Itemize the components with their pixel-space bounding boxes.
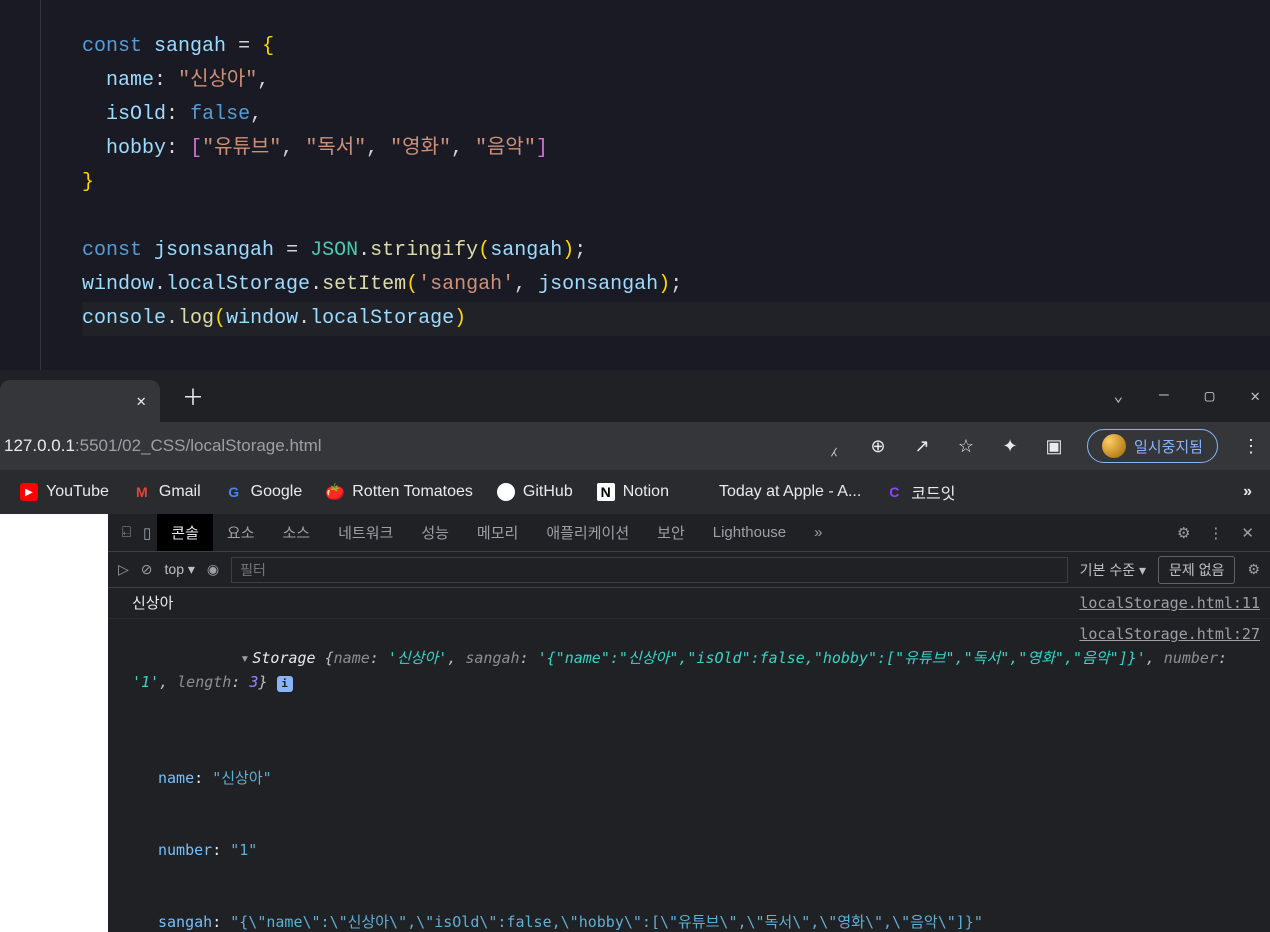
address-bar-icons: ⁁ ⊕ ↗ ☆ ✦ ▣ 일시중지됨 ⋮ <box>823 429 1262 463</box>
bookmark-item[interactable]: G Google <box>225 483 303 501</box>
kebab-menu-icon[interactable]: ⋮ <box>1240 436 1262 457</box>
gh-icon <box>497 483 515 501</box>
bookmark-label: Google <box>251 483 303 501</box>
object-type: Storage <box>252 649 315 667</box>
clear-icon[interactable]: ⊘ <box>141 561 153 578</box>
devtools-tab[interactable]: 보안 <box>643 514 699 551</box>
devtools-tab[interactable]: Lighthouse <box>699 514 800 551</box>
chevron-down-icon[interactable]: ⌄ <box>1113 386 1123 406</box>
page-content <box>0 514 108 932</box>
devtools-tab[interactable]: 콘솔 <box>157 514 213 551</box>
live-expression-icon[interactable]: ◉ <box>207 561 219 578</box>
devtools-tab[interactable]: 애플리케이션 <box>532 514 643 551</box>
yt-icon: ▶ <box>20 483 38 501</box>
console-filter-input[interactable] <box>231 557 1068 583</box>
url-path: :5501/02_CSS/localStorage.html <box>75 436 322 455</box>
devtools-close-icon[interactable]: ✕ <box>1241 524 1254 542</box>
close-window-icon[interactable]: ✕ <box>1250 386 1260 406</box>
close-icon[interactable]: ✕ <box>136 391 146 411</box>
bookmark-label: YouTube <box>46 483 109 501</box>
devtools-tab[interactable]: 소스 <box>269 514 325 551</box>
log-level-selector[interactable]: 기본 수준 ▾ <box>1080 560 1146 580</box>
minimize-icon[interactable]: — <box>1159 386 1169 406</box>
expand-icon[interactable]: ▾ <box>240 646 252 670</box>
browser-tab[interactable]: ✕ <box>0 380 160 422</box>
console-output: 신상아 localStorage.html:11 localStorage.ht… <box>108 588 1270 932</box>
bookmark-item[interactable]: 🍅 Rotten Tomatoes <box>326 483 473 501</box>
bookmark-item[interactable]: C 코드잇 <box>885 480 955 504</box>
devtools-tab[interactable]: 네트워크 <box>324 514 407 551</box>
source-link[interactable]: localStorage.html:11 <box>1059 591 1260 615</box>
address-bar: 127.0.0.1:5501/02_CSS/localStorage.html … <box>0 422 1270 470</box>
info-badge-icon[interactable]: i <box>277 676 293 692</box>
new-tab-button[interactable]: ＋ <box>182 380 204 412</box>
sync-paused-badge[interactable]: 일시중지됨 <box>1087 429 1218 463</box>
ci-icon: C <box>885 483 903 501</box>
zoom-icon[interactable]: ⊕ <box>867 436 889 457</box>
console-message: 신상아 localStorage.html:11 <box>108 588 1270 619</box>
devtools-tab[interactable]: 성능 <box>407 514 463 551</box>
source-link[interactable]: localStorage.html:27 <box>1059 622 1260 646</box>
no-icon: N <box>597 483 615 501</box>
gg-icon: G <box>225 483 243 501</box>
rt-icon: 🍅 <box>326 483 344 501</box>
issues-button[interactable]: 문제 없음 <box>1158 556 1235 584</box>
bookmark-item[interactable]: N Notion <box>597 483 669 501</box>
maximize-icon[interactable]: ▢ <box>1205 386 1215 406</box>
devtools: ⍇ ▯ 콘솔요소소스네트워크성능메모리애플리케이션보안Lighthouse » … <box>0 514 1270 932</box>
bookmarks-bar: ▶ YouTube M Gmail G Google 🍅 Rotten Tomatoes Git… <box>0 470 1270 514</box>
url-display[interactable]: 127.0.0.1:5501/02_CSS/localStorage.html <box>0 436 322 456</box>
browser-tab-strip: ✕ ＋ ⌄ — ▢ ✕ <box>0 370 1270 422</box>
bookmarks-overflow-icon[interactable]: » <box>1243 483 1250 501</box>
sidepanel-icon[interactable]: ▣ <box>1043 436 1065 457</box>
console-settings-icon[interactable]: ⚙ <box>1247 561 1260 578</box>
gear-icon[interactable]: ⚙ <box>1177 524 1190 542</box>
share-icon[interactable]: ↗ <box>911 436 933 457</box>
bookmark-item[interactable]: M Gmail <box>133 483 201 501</box>
device-icon[interactable]: ▯ <box>137 514 157 551</box>
devtools-more-tabs[interactable]: » <box>800 514 836 551</box>
devtools-tab[interactable]: 요소 <box>213 514 269 551</box>
bookmark-item[interactable]: GitHub <box>497 483 573 501</box>
star-icon[interactable]: ☆ <box>955 436 977 457</box>
code-block: const sangah = { name: "신상아", isOld: fal… <box>0 30 1270 336</box>
inspect-icon[interactable]: ⍇ <box>116 514 137 551</box>
url-host: 127.0.0.1 <box>4 436 75 455</box>
devtools-tab[interactable]: 메모리 <box>463 514 532 551</box>
devtools-panel: ⍇ ▯ 콘솔요소소스네트워크성능메모리애플리케이션보안Lighthouse » … <box>108 514 1270 932</box>
bookmark-label: GitHub <box>523 483 573 501</box>
execute-icon[interactable]: ▷ <box>118 561 129 578</box>
context-selector[interactable]: top ▾ <box>165 561 195 578</box>
bookmark-label: 코드잇 <box>911 480 955 504</box>
ap-icon <box>693 483 711 501</box>
browser-window: ✕ ＋ ⌄ — ▢ ✕ 127.0.0.1:5501/02_CSS/localS… <box>0 370 1270 932</box>
bookmark-label: Gmail <box>159 483 201 501</box>
translate-icon[interactable]: ⁁ <box>823 436 845 457</box>
console-message: localStorage.html:27 ▾Storage {name: '신상… <box>108 619 1270 932</box>
editor-gutter <box>40 0 41 370</box>
bookmark-item[interactable]: Today at Apple - A... <box>693 483 861 501</box>
paused-label: 일시중지됨 <box>1134 436 1203 457</box>
bookmark-label: Rotten Tomatoes <box>352 483 473 501</box>
bookmark-label: Today at Apple - A... <box>719 483 861 501</box>
gm-icon: M <box>133 483 151 501</box>
kebab-icon[interactable]: ⋮ <box>1208 524 1223 542</box>
code-editor[interactable]: const sangah = { name: "신상아", isOld: fal… <box>0 0 1270 370</box>
console-toolbar: ▷ ⊘ top ▾ ◉ 기본 수준 ▾ 문제 없음 ⚙ <box>108 552 1270 588</box>
bookmark-item[interactable]: ▶ YouTube <box>20 483 109 501</box>
extensions-icon[interactable]: ✦ <box>999 436 1021 457</box>
window-controls: ⌄ — ▢ ✕ <box>1113 386 1260 406</box>
bookmark-label: Notion <box>623 483 669 501</box>
devtools-tabs: ⍇ ▯ 콘솔요소소스네트워크성능메모리애플리케이션보안Lighthouse » … <box>108 514 1270 552</box>
avatar <box>1102 434 1126 458</box>
